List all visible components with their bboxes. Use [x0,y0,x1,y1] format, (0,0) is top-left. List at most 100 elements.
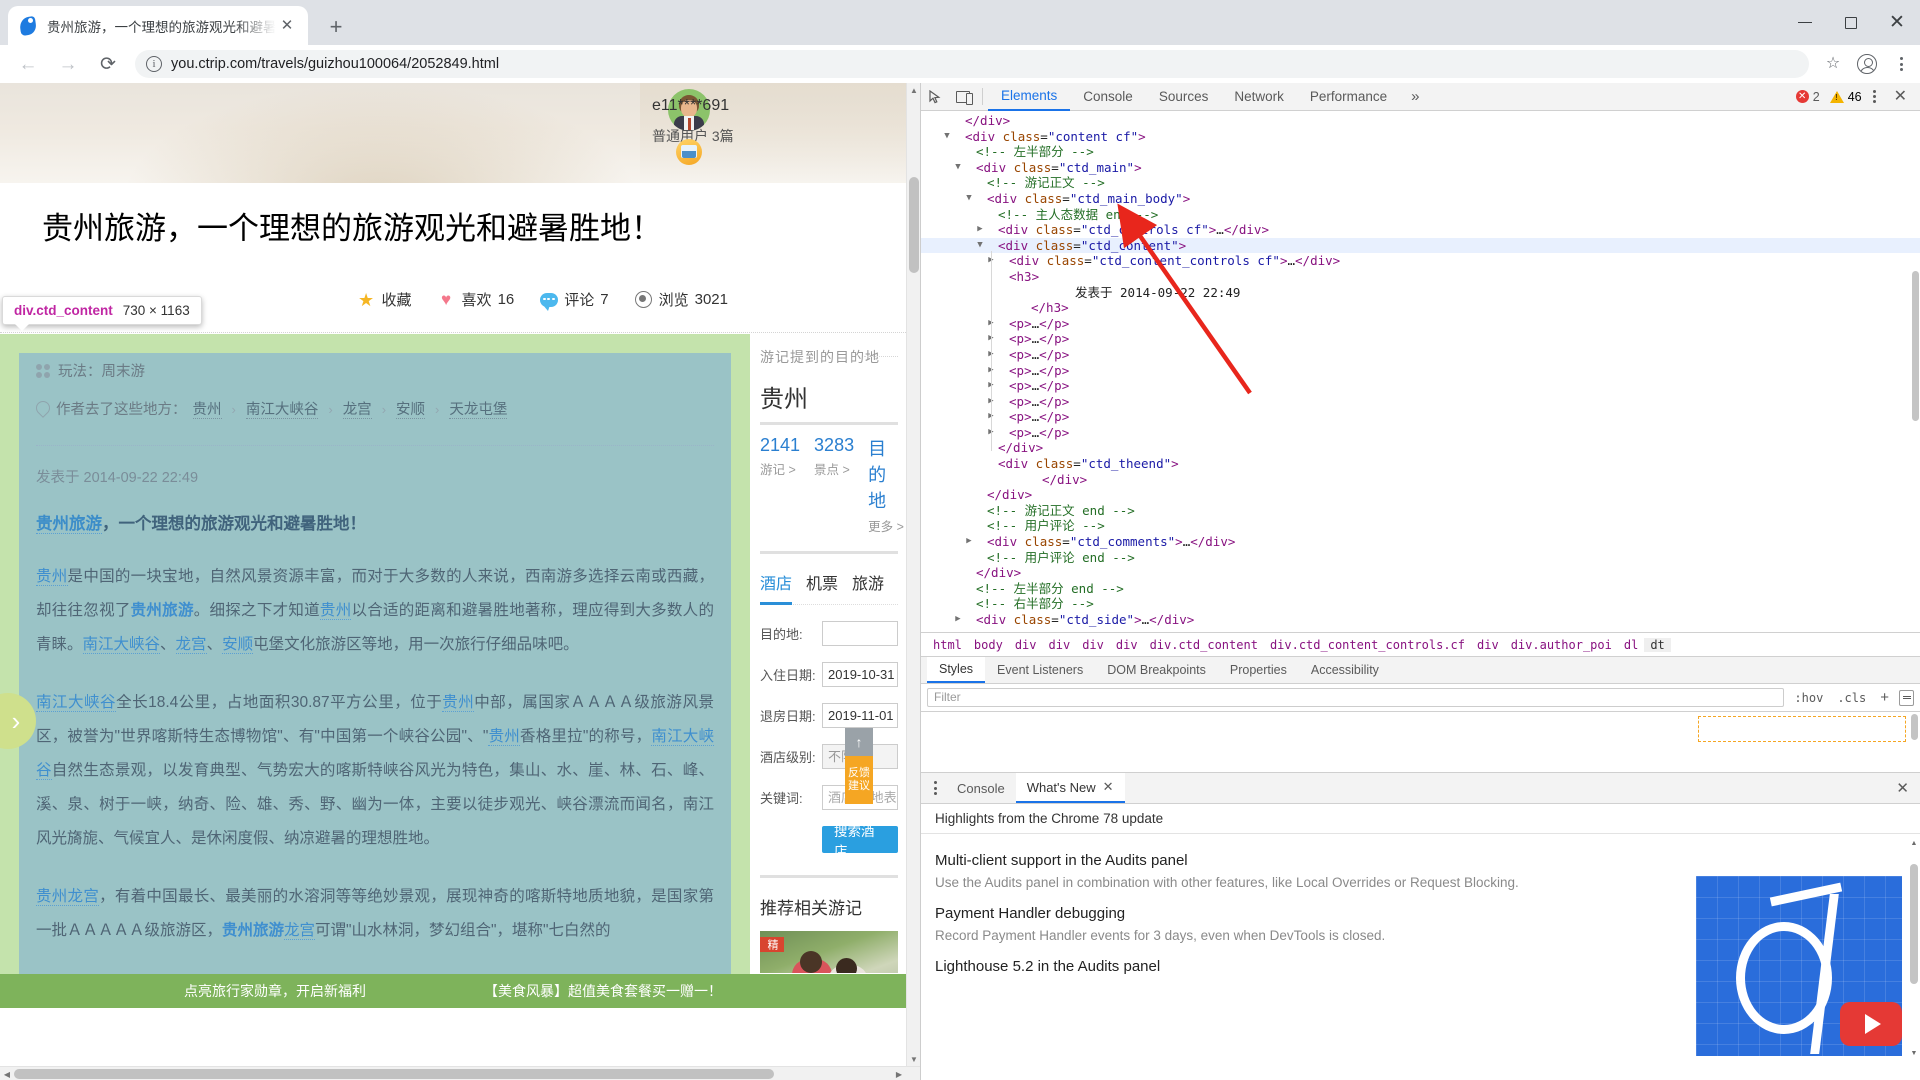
styles-pane-body[interactable] [921,712,1920,772]
breadcrumb-item[interactable]: div.author_poi [1505,638,1618,652]
warning-count-badge[interactable]: 46 [1830,90,1862,104]
promo-left[interactable]: 点亮旅行家勋章，开启新福利 [184,981,366,1001]
dom-node[interactable]: <!-- 用户评论 end --> [921,550,1920,566]
tab-dom-breakpoints[interactable]: DOM Breakpoints [1095,657,1218,683]
tab-sources[interactable]: Sources [1146,83,1222,111]
vertical-scroll-thumb[interactable] [909,177,919,273]
dom-node[interactable]: ▶<p>…</p> [921,363,1920,379]
element-classes-button[interactable]: .cls [1833,691,1870,705]
profile-avatar-icon[interactable] [1852,49,1882,79]
stat-comment[interactable]: 评论 7 [539,289,608,310]
dom-node[interactable]: ▼<div class="content cf"> [921,129,1920,145]
scroll-down-arrow-icon[interactable]: ▼ [907,1052,920,1066]
more-tabs-icon[interactable]: » [1400,88,1430,105]
dom-node[interactable]: ▶<p>…</p> [921,409,1920,425]
reload-button[interactable]: ⟳ [91,47,125,81]
dom-node[interactable]: </div> [921,472,1920,488]
breadcrumb-item[interactable]: div [1076,638,1110,652]
search-hotel-button[interactable]: 搜索酒店 [822,826,898,853]
dom-node[interactable]: ▶<p>…</p> [921,394,1920,410]
dom-node[interactable]: ▶<div class="ctd_content_controls cf">…<… [921,253,1920,269]
tab-properties[interactable]: Properties [1218,657,1299,683]
rail-tab-hotel[interactable]: 酒店 [760,570,792,605]
rail-tab-flight[interactable]: 机票 [806,570,838,605]
styles-filter-input[interactable]: Filter [927,688,1784,707]
scroll-up-arrow-icon[interactable]: ▲ [907,83,920,97]
disclosure-triangle-icon[interactable]: ▼ [942,129,952,145]
checkout-date-input[interactable]: 2019-11-01 [822,703,898,728]
rail-destination[interactable]: 贵州 [760,379,898,414]
rail-stat-travelogues[interactable]: 2141 游记 > [760,435,800,535]
tab-close-icon[interactable]: ✕ [276,15,298,37]
dom-node[interactable]: ▶<div class="ctd_controls cf">…</div> [921,222,1920,238]
chrome-menu-icon[interactable] [1886,49,1916,79]
disclosure-triangle-icon[interactable]: ▶ [953,612,963,628]
dom-tree-container[interactable]: </div>▼<div class="content cf"><!-- 左半部分… [921,111,1920,633]
whats-new-video-thumbnail[interactable] [1696,876,1902,1056]
promo-right[interactable]: 【美食风暴】超值美食套餐买一赠一！ [484,981,722,1001]
forward-button[interactable]: → [51,47,85,81]
disclosure-triangle-icon[interactable]: ▼ [975,238,985,254]
tab-performance[interactable]: Performance [1297,83,1400,111]
site-info-icon[interactable]: i [146,56,162,72]
dom-node[interactable]: ▶<p>…</p> [921,347,1920,363]
whats-new-item-title[interactable]: Payment Handler debugging [935,905,1535,922]
checkin-date-input[interactable]: 2019-10-31 [822,662,898,687]
whats-new-body[interactable]: Multi-client support in the Audits panel… [921,834,1920,1080]
dom-node[interactable]: </div> [921,113,1920,129]
dom-node[interactable]: </h3> [921,300,1920,316]
tab-accessibility[interactable]: Accessibility [1299,657,1391,683]
new-style-rule-button[interactable]: + [1876,690,1893,705]
dom-node[interactable]: <!-- 游记正文 end --> [921,503,1920,519]
whats-new-scroll-thumb[interactable] [1910,864,1918,984]
tab-event-listeners[interactable]: Event Listeners [985,657,1095,683]
disclosure-triangle-icon[interactable]: ▶ [975,222,985,238]
dom-node[interactable]: <!-- 左半部分 end --> [921,581,1920,597]
back-to-top-button[interactable]: ↑ [845,728,873,756]
breadcrumb-item[interactable]: div.ctd_content_controls.cf [1264,638,1471,652]
page-horizontal-scrollbar[interactable]: ◀ ▶ [0,1066,920,1080]
scroll-right-arrow-icon[interactable]: ▶ [892,1067,906,1080]
error-count-badge[interactable]: ✕ 2 [1796,90,1820,104]
whats-new-scroll-up-icon[interactable]: ▲ [1910,840,1918,850]
dom-node[interactable]: <h3> [921,269,1920,285]
breadcrumb-item[interactable]: div.ctd_content [1144,638,1264,652]
whats-new-scroll-down-icon[interactable]: ▼ [1910,1050,1918,1060]
back-button[interactable]: ← [11,47,45,81]
browser-tab[interactable]: 贵州旅游，一个理想的旅游观光和避暑胜地！ ✕ [8,6,308,45]
window-close-button[interactable]: ✕ [1874,0,1920,45]
dom-scroll-thumb[interactable] [1912,271,1919,421]
tab-network[interactable]: Network [1221,83,1297,111]
dom-node[interactable]: ▼<div class="ctd_main"> [921,160,1920,176]
dom-node[interactable]: ▶<div class="ctd_side">…</div> [921,612,1920,628]
dom-node[interactable]: ▶<p>…</p> [921,378,1920,394]
whats-new-scrollbar[interactable]: ▲ ▼ [1910,840,1918,1060]
dom-node[interactable]: ▶<p>…</p> [921,316,1920,332]
drawer-menu-icon[interactable] [925,781,946,795]
youtube-play-icon[interactable] [1840,1002,1902,1046]
dom-node[interactable]: <div class="ctd_theend"> [921,456,1920,472]
breadcrumb[interactable]: htmlbodydivdivdivdivdiv.ctd_contentdiv.c… [921,633,1920,657]
dom-node[interactable]: ▶<p>…</p> [921,425,1920,441]
rail-tab-tour[interactable]: 旅游 [852,570,884,605]
recommend-card[interactable]: 精 [760,931,898,973]
breadcrumb-item[interactable]: dl [1618,638,1644,652]
device-toolbar-icon[interactable] [949,84,977,110]
dom-node[interactable]: <!-- 游记正文 --> [921,175,1920,191]
styles-scroll-thumb[interactable] [1911,714,1918,740]
stat-like[interactable]: ♥ 喜欢 16 [437,289,515,310]
inspect-element-icon[interactable] [921,84,949,110]
drawer-tab-close-icon[interactable]: ✕ [1103,779,1114,795]
breadcrumb-item[interactable]: div [1043,638,1077,652]
whats-new-item-title[interactable]: Multi-client support in the Audits panel [935,852,1535,869]
dom-node[interactable]: <!-- 主人态数据 end --> [921,207,1920,223]
page-vertical-scrollbar[interactable]: ▲ ▼ [906,83,920,1080]
drawer-close-icon[interactable]: ✕ [1885,781,1920,796]
whats-new-item-title[interactable]: Lighthouse 5.2 in the Audits panel [935,958,1535,975]
dom-node[interactable]: <!-- 左半部分 --> [921,144,1920,160]
stat-favorite[interactable]: ★ 收藏 [357,289,412,310]
dom-node[interactable]: ▶<div class="ctd_comments">…</div> [921,534,1920,550]
breadcrumb-item[interactable]: div [1110,638,1144,652]
devtools-menu-icon[interactable] [1866,90,1883,103]
dom-node[interactable]: </div> [921,487,1920,503]
